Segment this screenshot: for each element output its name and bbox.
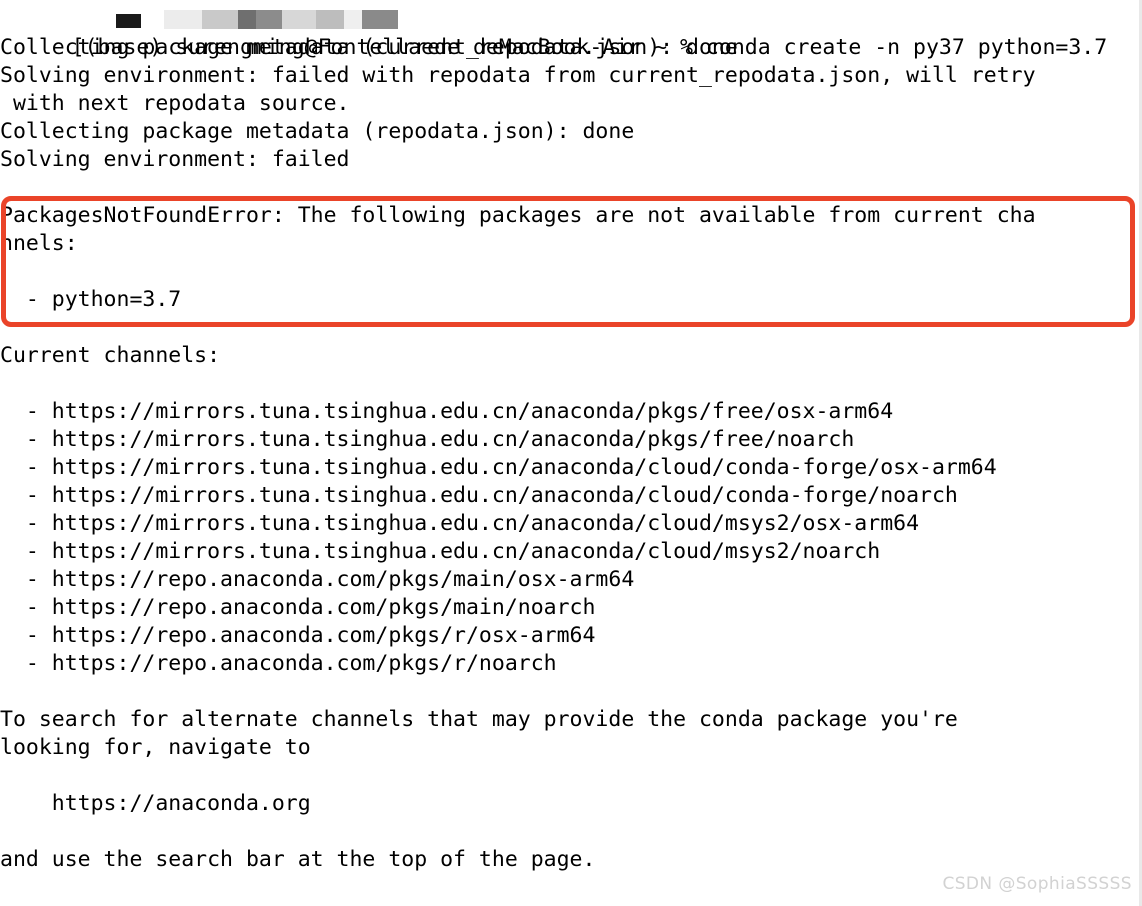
channel-item: - https://repo.anaconda.com/pkgs/main/os…	[0, 567, 635, 592]
channel-item: - https://repo.anaconda.com/pkgs/r/osx-a…	[0, 623, 596, 648]
terminal-window[interactable]: [(base) surengming@Fontellaede deMacBook…	[0, 0, 1142, 906]
redaction-block-3	[202, 10, 238, 29]
redaction-block-1	[116, 14, 141, 28]
redaction-block-5	[256, 10, 282, 29]
channel-item: - https://mirrors.tuna.tsinghua.edu.cn/a…	[0, 399, 894, 424]
error-line-2: nnels:	[0, 231, 78, 256]
error-line-1: PackagesNotFoundError: The following pac…	[0, 203, 1036, 228]
channel-item: - https://mirrors.tuna.tsinghua.edu.cn/a…	[0, 511, 920, 536]
error-missing-package: - python=3.7	[0, 287, 182, 312]
anaconda-url-line: https://anaconda.org	[0, 791, 311, 816]
footer-line: and use the search bar at the top of the…	[0, 847, 596, 872]
channel-item: - https://repo.anaconda.com/pkgs/main/no…	[0, 595, 596, 620]
output-line: Solving environment: failed	[0, 147, 350, 172]
shell-prompt-line: [(base) surengming@Fontellaede deMacBook…	[0, 6, 1142, 60]
footer-line: To search for alternate channels that ma…	[0, 707, 958, 732]
redaction-block-9	[362, 10, 398, 29]
channel-item: - https://mirrors.tuna.tsinghua.edu.cn/a…	[0, 455, 997, 480]
redaction-block-8	[344, 10, 362, 29]
redaction-block-2	[164, 10, 202, 29]
footer-line: looking for, navigate to	[0, 735, 311, 760]
channel-item: - https://mirrors.tuna.tsinghua.edu.cn/a…	[0, 539, 881, 564]
terminal-output-area[interactable]: [(base) surengming@Fontellaede deMacBook…	[0, 0, 1142, 874]
current-channels-header: Current channels:	[0, 343, 221, 368]
output-line: with next repodata source.	[0, 91, 350, 116]
channel-item: - https://mirrors.tuna.tsinghua.edu.cn/a…	[0, 427, 855, 452]
redaction-block-7	[316, 10, 344, 29]
shell-prompt-text: [(base) surengming@Fontellaede deMacBook…	[71, 35, 1142, 60]
output-line: Solving environment: failed with repodat…	[0, 63, 1036, 88]
csdn-watermark: CSDN @SophiaSSSSS	[942, 874, 1132, 894]
output-line: Collecting package metadata (repodata.js…	[0, 119, 635, 144]
redaction-block-6	[282, 10, 316, 29]
channel-item: - https://mirrors.tuna.tsinghua.edu.cn/a…	[0, 483, 958, 508]
channel-item: - https://repo.anaconda.com/pkgs/r/noarc…	[0, 651, 557, 676]
